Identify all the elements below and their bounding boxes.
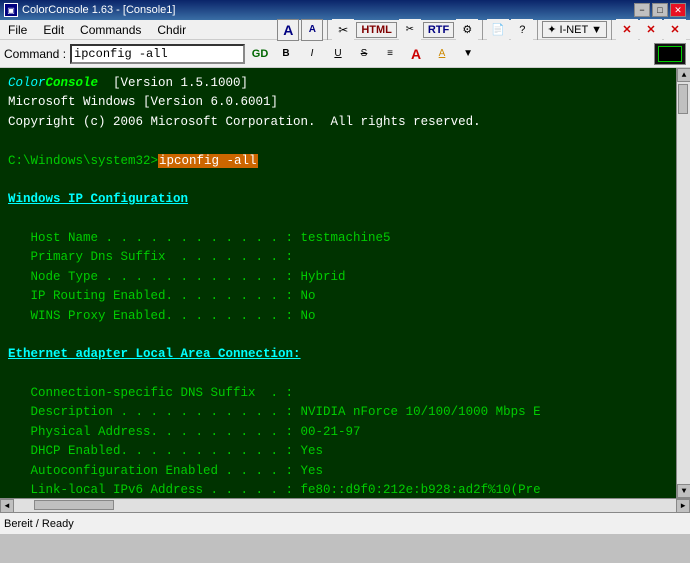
menubar: File Edit Commands Chdir A A ✂ HTML ✂ RT… <box>0 20 690 40</box>
scroll-track[interactable] <box>677 82 690 484</box>
scroll-down-button[interactable]: ▼ <box>677 484 690 498</box>
cmd-strikethrough[interactable]: S <box>353 43 375 65</box>
help-icon[interactable]: ? <box>511 19 533 41</box>
inet-button[interactable]: ✦ I-NET ▼ <box>542 21 607 38</box>
terminal-icon[interactable] <box>654 43 686 65</box>
cmd-color-a[interactable]: A <box>405 43 427 65</box>
scroll-right-button[interactable]: ► <box>676 499 690 513</box>
titlebar: ▣ ColorConsole 1.63 - [Console1] − □ ✕ <box>0 0 690 20</box>
html-button[interactable]: HTML <box>356 22 397 38</box>
toolbar-sep-4 <box>611 20 612 40</box>
scroll-up-button[interactable]: ▲ <box>677 68 690 82</box>
inet-label: ✦ I-NET ▼ <box>547 23 602 36</box>
cmd-bold[interactable]: B <box>275 43 297 65</box>
titlebar-left: ▣ ColorConsole 1.63 - [Console1] <box>4 3 175 17</box>
maximize-button[interactable]: □ <box>652 3 668 17</box>
close-button[interactable]: ✕ <box>670 3 686 17</box>
font-larger-button[interactable]: A <box>277 19 299 41</box>
vertical-scrollbar[interactable]: ▲ ▼ <box>676 68 690 498</box>
html-icon[interactable]: ✂ <box>399 19 421 41</box>
minimize-button[interactable]: − <box>634 3 650 17</box>
menu-chdir[interactable]: Chdir <box>149 21 194 39</box>
scroll-thumb[interactable] <box>678 84 688 114</box>
open-icon[interactable]: 📄 <box>487 19 509 41</box>
menu-edit[interactable]: Edit <box>35 21 72 39</box>
toolbar-sep-2 <box>482 20 483 40</box>
titlebar-buttons[interactable]: − □ ✕ <box>634 3 686 17</box>
cmd-align[interactable]: ≡ <box>379 43 401 65</box>
terminal-container: ColorConsole [Version 1.5.1000] Microsof… <box>0 68 690 498</box>
cmd-highlight[interactable]: A <box>431 43 453 65</box>
cmd-go[interactable]: GD <box>249 43 271 65</box>
hscroll-thumb[interactable] <box>34 500 114 510</box>
statusbar: Bereit / Ready <box>0 512 690 534</box>
cmd-dropdown-arrow[interactable]: ▼ <box>457 43 479 65</box>
scissors-icon[interactable]: ✂ <box>332 19 354 41</box>
app-icon: ▣ <box>4 3 18 17</box>
hscroll-track[interactable] <box>14 499 676 512</box>
menu-commands[interactable]: Commands <box>72 21 149 39</box>
rtf-button[interactable]: RTF <box>423 22 454 38</box>
scroll-left-button[interactable]: ◄ <box>0 499 14 513</box>
settings-icon[interactable]: ⚙ <box>456 19 478 41</box>
cmdbar: Command : GD B I U S ≡ A A ▼ <box>0 40 690 68</box>
cmd-italic[interactable]: I <box>301 43 323 65</box>
command-label: Command : <box>4 47 66 61</box>
titlebar-title: ColorConsole 1.63 - [Console1] <box>22 4 175 16</box>
terminal-output[interactable]: ColorConsole [Version 1.5.1000] Microsof… <box>0 68 676 498</box>
horizontal-scrollbar[interactable]: ◄ ► <box>0 498 690 512</box>
command-input[interactable] <box>70 44 245 64</box>
menu-file[interactable]: File <box>0 21 35 39</box>
font-smaller-button[interactable]: A <box>301 19 323 41</box>
toolbar-sep-1 <box>327 20 328 40</box>
tool-x1[interactable]: ✕ <box>616 19 638 41</box>
tool-x3[interactable]: ✕ <box>664 19 686 41</box>
tool-x2[interactable]: ✕ <box>640 19 662 41</box>
cmd-underline[interactable]: U <box>327 43 349 65</box>
status-text: Bereit / Ready <box>4 518 74 530</box>
toolbar-sep-3 <box>537 20 538 40</box>
